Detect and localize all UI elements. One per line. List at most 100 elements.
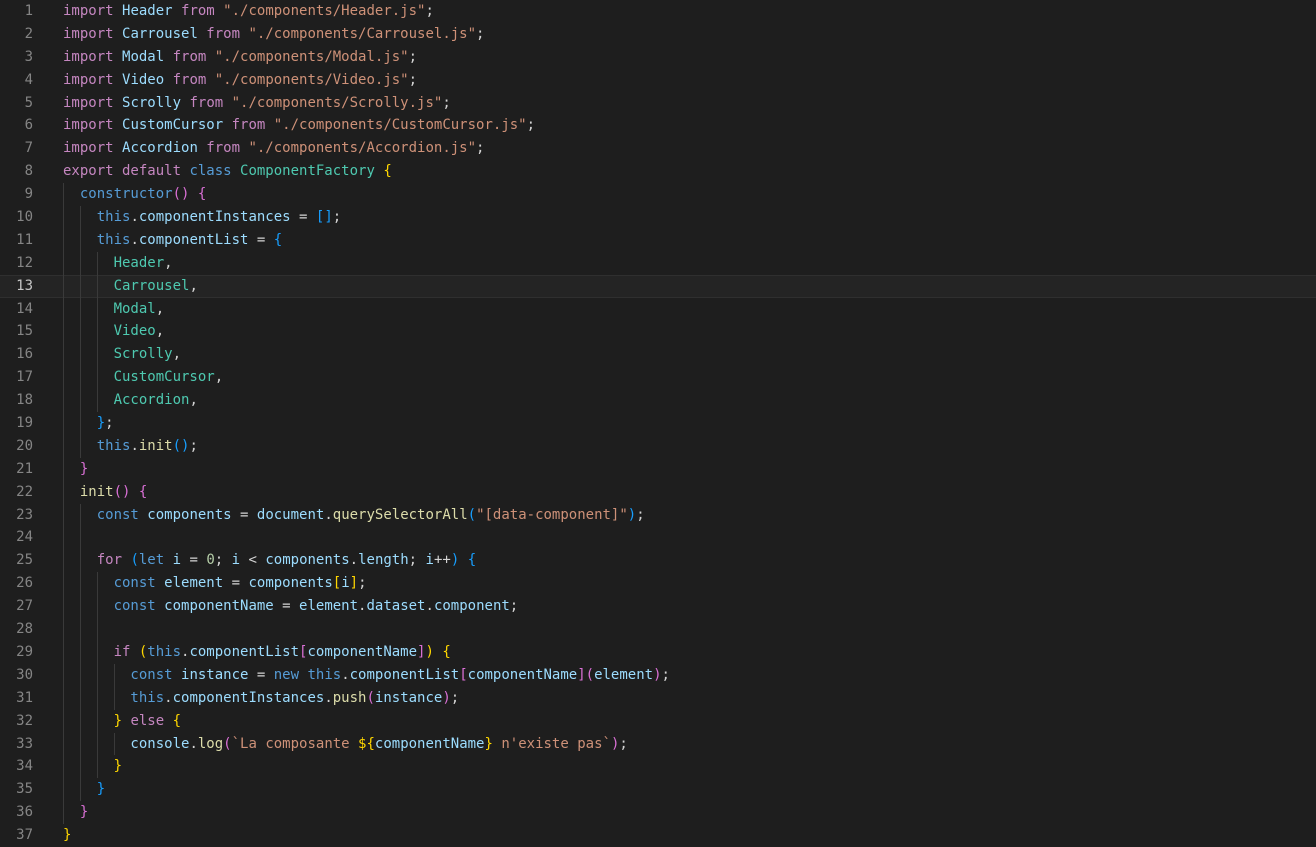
code-line[interactable]: 31 this.componentInstances.push(instance… <box>0 687 1316 710</box>
line-number[interactable]: 27 <box>0 595 33 618</box>
code-token: "./components/Video.js" <box>215 72 409 88</box>
line-number[interactable]: 21 <box>0 458 33 481</box>
code-token: ; <box>409 552 426 568</box>
line-number[interactable]: 16 <box>0 343 33 366</box>
indent-guide <box>63 458 64 481</box>
line-number[interactable]: 28 <box>0 618 33 641</box>
line-number[interactable]: 29 <box>0 641 33 664</box>
code-line[interactable]: 2import Carrousel from "./components/Car… <box>0 23 1316 46</box>
code-line[interactable]: 1import Header from "./components/Header… <box>0 0 1316 23</box>
line-number[interactable]: 26 <box>0 572 33 595</box>
code-line-content: constructor() { <box>33 183 1316 206</box>
code-line[interactable]: 25 for (let i = 0; i < components.length… <box>0 549 1316 572</box>
code-line[interactable]: 3import Modal from "./components/Modal.j… <box>0 46 1316 69</box>
code-token: ++ <box>434 552 451 568</box>
indent-guide <box>80 504 81 527</box>
code-line-content: import Scrolly from "./components/Scroll… <box>33 92 1316 115</box>
code-line-active[interactable]: 13 Carrousel, <box>0 275 1316 298</box>
line-number[interactable]: 11 <box>0 229 33 252</box>
code-line[interactable]: 11 this.componentList = { <box>0 229 1316 252</box>
code-line[interactable]: 29 if (this.componentList[componentName]… <box>0 641 1316 664</box>
code-token: element <box>164 575 223 591</box>
code-token: , <box>173 346 181 362</box>
code-line[interactable]: 4import Video from "./components/Video.j… <box>0 69 1316 92</box>
indent-guide <box>63 366 64 389</box>
line-number[interactable]: 15 <box>0 320 33 343</box>
line-number[interactable]: 8 <box>0 160 33 183</box>
code-line[interactable]: 32 } else { <box>0 710 1316 733</box>
code-line[interactable]: 17 CustomCursor, <box>0 366 1316 389</box>
indent-guide <box>63 183 64 206</box>
indent-guide <box>63 229 64 252</box>
line-number[interactable]: 6 <box>0 114 33 137</box>
code-line[interactable]: 12 Header, <box>0 252 1316 275</box>
code-token: . <box>341 667 349 683</box>
line-number[interactable]: 30 <box>0 664 33 687</box>
line-number[interactable]: 24 <box>0 526 33 549</box>
code-line[interactable]: 24 <box>0 526 1316 549</box>
code-token: ; <box>409 72 417 88</box>
code-line[interactable]: 21 } <box>0 458 1316 481</box>
code-line[interactable]: 37} <box>0 824 1316 847</box>
line-number[interactable]: 2 <box>0 23 33 46</box>
code-line[interactable]: 34 } <box>0 755 1316 778</box>
line-number[interactable]: 34 <box>0 755 33 778</box>
line-number[interactable]: 23 <box>0 504 33 527</box>
line-number[interactable]: 37 <box>0 824 33 847</box>
code-token: import <box>63 140 122 156</box>
line-number[interactable]: 25 <box>0 549 33 572</box>
line-number[interactable]: 5 <box>0 92 33 115</box>
code-line[interactable]: 6import CustomCursor from "./components/… <box>0 114 1316 137</box>
code-line[interactable]: 14 Modal, <box>0 298 1316 321</box>
line-number[interactable]: 14 <box>0 298 33 321</box>
line-number[interactable]: 36 <box>0 801 33 824</box>
code-line[interactable]: 28 <box>0 618 1316 641</box>
indent-guide <box>80 252 81 275</box>
indent-guide <box>63 595 64 618</box>
line-number[interactable]: 19 <box>0 412 33 435</box>
code-line[interactable]: 36 } <box>0 801 1316 824</box>
line-number[interactable]: 35 <box>0 778 33 801</box>
code-line[interactable]: 10 this.componentInstances = []; <box>0 206 1316 229</box>
line-number[interactable]: 12 <box>0 252 33 275</box>
line-number[interactable]: 3 <box>0 46 33 69</box>
code-line[interactable]: 23 const components = document.querySele… <box>0 504 1316 527</box>
code-line[interactable]: 27 const componentName = element.dataset… <box>0 595 1316 618</box>
code-line[interactable]: 26 const element = components[i]; <box>0 572 1316 595</box>
line-number[interactable]: 22 <box>0 481 33 504</box>
indent-guide <box>97 618 98 641</box>
code-token: ( <box>223 736 231 752</box>
indent-guide <box>80 618 81 641</box>
line-number[interactable]: 1 <box>0 0 33 23</box>
code-token: ) <box>628 507 636 523</box>
code-token: Carrousel <box>63 278 189 294</box>
line-number[interactable]: 13 <box>0 275 33 298</box>
line-number[interactable]: 32 <box>0 710 33 733</box>
code-line[interactable]: 8export default class ComponentFactory { <box>0 160 1316 183</box>
code-line[interactable]: 30 const instance = new this.componentLi… <box>0 664 1316 687</box>
line-number[interactable]: 4 <box>0 69 33 92</box>
line-number[interactable]: 31 <box>0 687 33 710</box>
code-line[interactable]: 18 Accordion, <box>0 389 1316 412</box>
line-number[interactable]: 9 <box>0 183 33 206</box>
code-line[interactable]: 33 console.log(`La composante ${componen… <box>0 733 1316 756</box>
line-number[interactable]: 18 <box>0 389 33 412</box>
line-number[interactable]: 10 <box>0 206 33 229</box>
line-number[interactable]: 20 <box>0 435 33 458</box>
code-token: ; <box>189 438 197 454</box>
code-line[interactable]: 5import Scrolly from "./components/Scrol… <box>0 92 1316 115</box>
code-token: Carrousel <box>122 26 198 42</box>
code-line[interactable]: 16 Scrolly, <box>0 343 1316 366</box>
code-line[interactable]: 22 init() { <box>0 481 1316 504</box>
code-token: 0 <box>206 552 214 568</box>
code-line[interactable]: 20 this.init(); <box>0 435 1316 458</box>
line-number[interactable]: 33 <box>0 733 33 756</box>
code-token: ) <box>425 644 433 660</box>
code-line[interactable]: 7import Accordion from "./components/Acc… <box>0 137 1316 160</box>
code-line[interactable]: 35 } <box>0 778 1316 801</box>
code-line[interactable]: 15 Video, <box>0 320 1316 343</box>
line-number[interactable]: 17 <box>0 366 33 389</box>
line-number[interactable]: 7 <box>0 137 33 160</box>
code-line[interactable]: 9 constructor() { <box>0 183 1316 206</box>
code-line[interactable]: 19 }; <box>0 412 1316 435</box>
